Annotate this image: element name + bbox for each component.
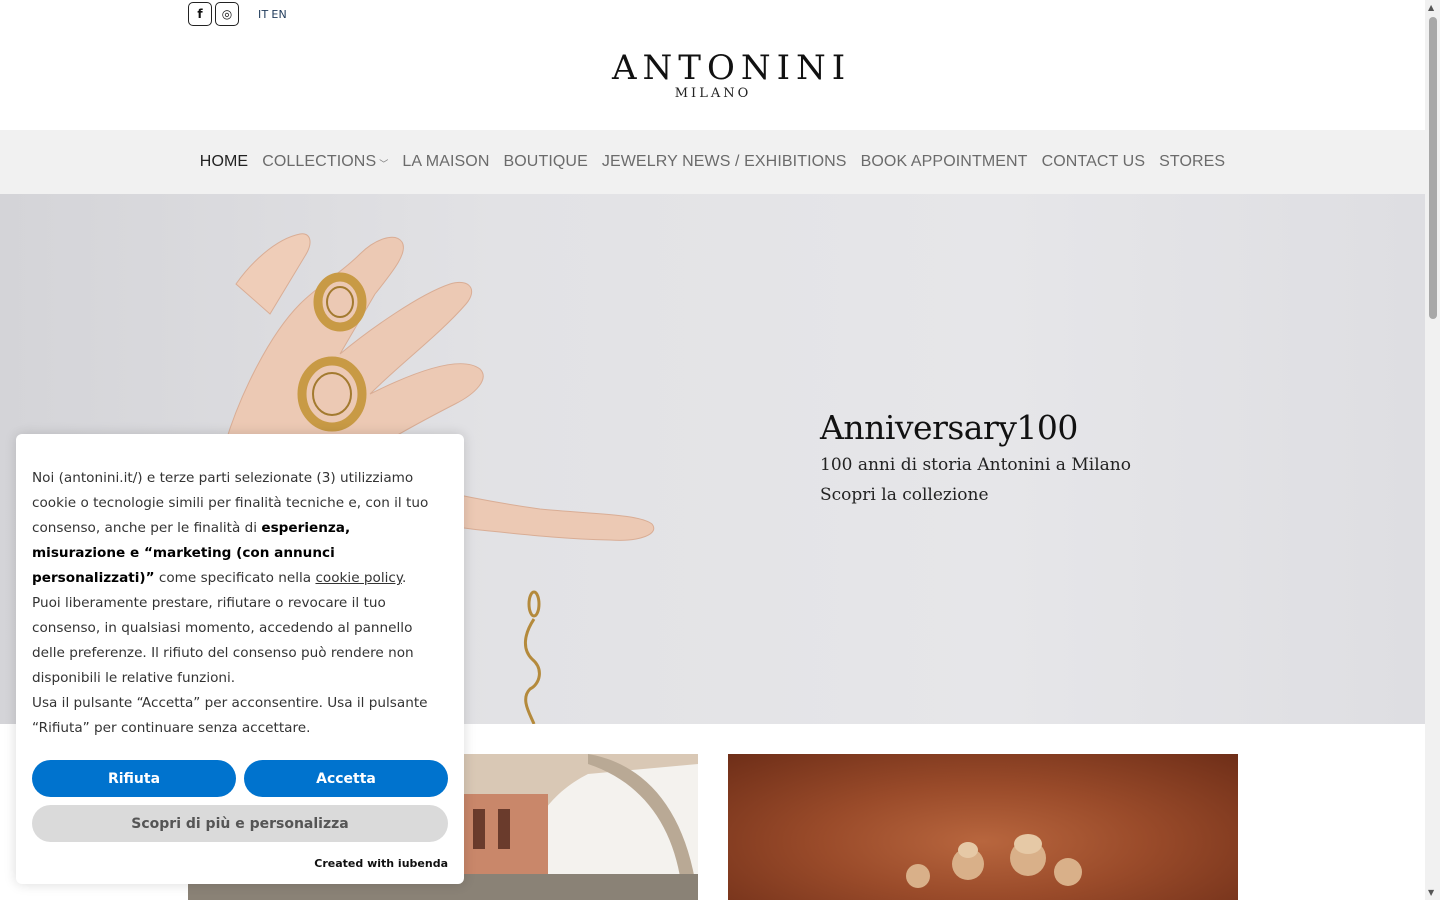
nav-label: LA MAISON	[402, 153, 490, 170]
facebook-icon[interactable]: f	[188, 2, 212, 26]
cookie-text: Noi (antonini.it/) e terze parti selezio…	[32, 466, 448, 741]
nav-item-collections[interactable]: COLLECTIONS ﹀	[262, 153, 388, 171]
instagram-icon[interactable]: ◎	[215, 2, 239, 26]
logo-city: MILANO	[674, 86, 752, 101]
customize-button[interactable]: Scopri di più e personalizza	[32, 805, 448, 842]
accept-button[interactable]: Accetta	[244, 760, 448, 797]
nav-item-boutique[interactable]: BOUTIQUE	[503, 153, 587, 171]
iubenda-credit-link[interactable]: Created with iubenda	[314, 857, 448, 870]
scrollbar-thumb[interactable]	[1429, 17, 1437, 319]
chevron-down-icon: ﹀	[379, 159, 389, 169]
logo-brand: ANTONINI	[612, 48, 852, 88]
nav-label: BOOK APPOINTMENT	[860, 153, 1028, 170]
nav-item-jewelry-news[interactable]: JEWELRY NEWS / EXHIBITIONS	[602, 153, 847, 171]
site-logo[interactable]: ANTONINI MILANO	[612, 48, 852, 101]
nav-item-home[interactable]: HOME	[200, 153, 248, 171]
social-links: f ◎	[188, 2, 239, 26]
main-nav: HOME COLLECTIONS ﹀ LA MAISON BOUTIQUE JEW…	[0, 130, 1425, 194]
nav-label: BOUTIQUE	[503, 153, 588, 170]
nav-label: COLLECTIONS	[262, 153, 377, 170]
nav-label: CONTACT US	[1041, 153, 1146, 170]
cookie-text-part: .	[401, 570, 407, 586]
cookie-text-part: Noi (antonini.it/) e terze parti selezio…	[32, 470, 429, 536]
hero-collection-link[interactable]: Scopri la collezione	[820, 485, 1131, 505]
nav-item-book-appointment[interactable]: BOOK APPOINTMENT	[861, 153, 1028, 171]
nav-item-la-maison[interactable]: LA MAISON	[402, 153, 489, 171]
lang-it-link[interactable]: IT	[258, 8, 268, 21]
nav-item-stores[interactable]: STORES	[1159, 153, 1225, 171]
cookie-text-part: come specificato nella	[154, 570, 316, 586]
hero-title: Anniversary100	[820, 408, 1078, 447]
hero-text: Anniversary100 100 anni di storia Antoni…	[820, 408, 1131, 505]
language-switcher: IT EN	[258, 8, 287, 21]
nav-label: HOME	[199, 153, 249, 170]
cookie-text-part: Usa il pulsante “Accetta” per acconsenti…	[32, 695, 428, 736]
cookie-policy-link[interactable]: cookie policy	[315, 570, 402, 586]
cookie-consent-banner: Noi (antonini.it/) e terze parti selezio…	[16, 434, 464, 884]
nav-label: STORES	[1159, 153, 1226, 170]
top-bar: f ◎ IT EN	[0, 0, 1425, 30]
reject-button[interactable]: Rifiuta	[32, 760, 236, 797]
fresco-painting-image[interactable]	[728, 754, 1238, 900]
cookie-button-row: Rifiuta Accetta	[32, 760, 448, 797]
lang-en-link[interactable]: EN	[271, 8, 287, 21]
nav-item-contact-us[interactable]: CONTACT US	[1042, 153, 1146, 171]
scroll-down-icon[interactable]: ▼	[1428, 888, 1434, 897]
fresco-illustration	[906, 834, 1082, 888]
page-scrollbar[interactable]: ▲ ▼	[1425, 0, 1440, 900]
scroll-up-icon[interactable]: ▲	[1428, 3, 1434, 12]
hero-subtitle: 100 anni di storia Antonini a Milano	[820, 455, 1131, 475]
nav-label: JEWELRY NEWS / EXHIBITIONS	[601, 153, 847, 170]
cookie-text-part: Puoi liberamente prestare, rifiutare o r…	[32, 595, 414, 686]
